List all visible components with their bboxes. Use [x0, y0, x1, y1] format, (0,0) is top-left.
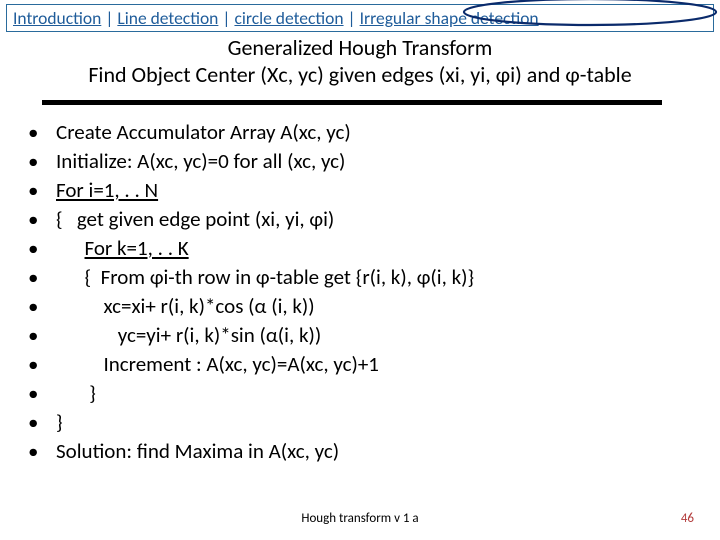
- bullet-icon: •: [24, 263, 56, 292]
- bullet-icon: •: [24, 437, 56, 466]
- nav-intro[interactable]: Introduction: [13, 7, 101, 29]
- bullet-icon: •: [24, 118, 56, 147]
- slide-title: Generalized Hough Transform Find Object …: [0, 34, 720, 88]
- algorithm-line: • xc=xi+ r(i, k)*cos (α (i, k)): [24, 292, 696, 321]
- bullet-icon: •: [24, 205, 56, 234]
- algorithm-line-text: yc=yi+ r(i, k)*sin (α(i, k)): [56, 321, 696, 350]
- page-number: 46: [681, 511, 694, 526]
- bullet-icon: •: [24, 176, 56, 205]
- algorithm-line-text: xc=xi+ r(i, k)*cos (α (i, k)): [56, 292, 696, 321]
- algorithm-line: • { From φi-th row in φ-table get {r(i, …: [24, 263, 696, 292]
- algorithm-line-text: { get given edge point (xi, yi, φi): [56, 205, 696, 234]
- algorithm-line-text: { From φi-th row in φ-table get {r(i, k)…: [56, 263, 696, 292]
- algorithm-line: •Solution: find Maxima in A(xc, yc): [24, 437, 696, 466]
- algorithm-line-text: Initialize: A(xc, yc)=0 for all (xc, yc): [56, 147, 696, 176]
- title-line-1: Generalized Hough Transform: [0, 34, 720, 61]
- nav-sep: |: [348, 7, 356, 29]
- nav-sep: |: [222, 7, 230, 29]
- bullet-icon: •: [24, 321, 56, 350]
- footer-text: Hough transform v 1 a: [0, 511, 720, 526]
- algorithm-line: • }: [24, 379, 696, 408]
- algorithm-line: •}: [24, 408, 696, 437]
- algorithm-line: •Initialize: A(xc, yc)=0 for all (xc, yc…: [24, 147, 696, 176]
- algorithm-line: •Create Accumulator Array A(xc, yc): [24, 118, 696, 147]
- algorithm-line-text: Increment : A(xc, yc)=A(xc, yc)+1: [56, 350, 696, 379]
- nav-sep: |: [105, 7, 113, 29]
- nav-line[interactable]: Line detection: [117, 7, 218, 29]
- algorithm-line-text: Solution: find Maxima in A(xc, yc): [56, 437, 696, 466]
- bullet-icon: •: [24, 408, 56, 437]
- algorithm-line-text: For k=1, . . K: [56, 234, 696, 263]
- algorithm-body: •Create Accumulator Array A(xc, yc)•Init…: [24, 118, 696, 466]
- algorithm-line-text: }: [56, 408, 696, 437]
- bullet-icon: •: [24, 350, 56, 379]
- algorithm-line-text: For i=1, . . N: [56, 176, 696, 205]
- nav-irregular[interactable]: Irregular shape detection: [360, 7, 539, 29]
- algorithm-line: •{ get given edge point (xi, yi, φi): [24, 205, 696, 234]
- algorithm-line: • Increment : A(xc, yc)=A(xc, yc)+1: [24, 350, 696, 379]
- algorithm-line-text: }: [56, 379, 696, 408]
- algorithm-line: • For k=1, . . K: [24, 234, 696, 263]
- nav-circle[interactable]: circle detection: [234, 7, 343, 29]
- horizontal-rule: [42, 100, 662, 105]
- algorithm-line-text: Create Accumulator Array A(xc, yc): [56, 118, 696, 147]
- algorithm-line: •For i=1, . . N: [24, 176, 696, 205]
- title-line-2: Find Object Center (Xc, yc) given edges …: [0, 61, 720, 88]
- breadcrumb: Introduction | Line detection | circle d…: [6, 4, 714, 32]
- bullet-icon: •: [24, 379, 56, 408]
- algorithm-line: • yc=yi+ r(i, k)*sin (α(i, k)): [24, 321, 696, 350]
- bullet-icon: •: [24, 234, 56, 263]
- bullet-icon: •: [24, 292, 56, 321]
- bullet-icon: •: [24, 147, 56, 176]
